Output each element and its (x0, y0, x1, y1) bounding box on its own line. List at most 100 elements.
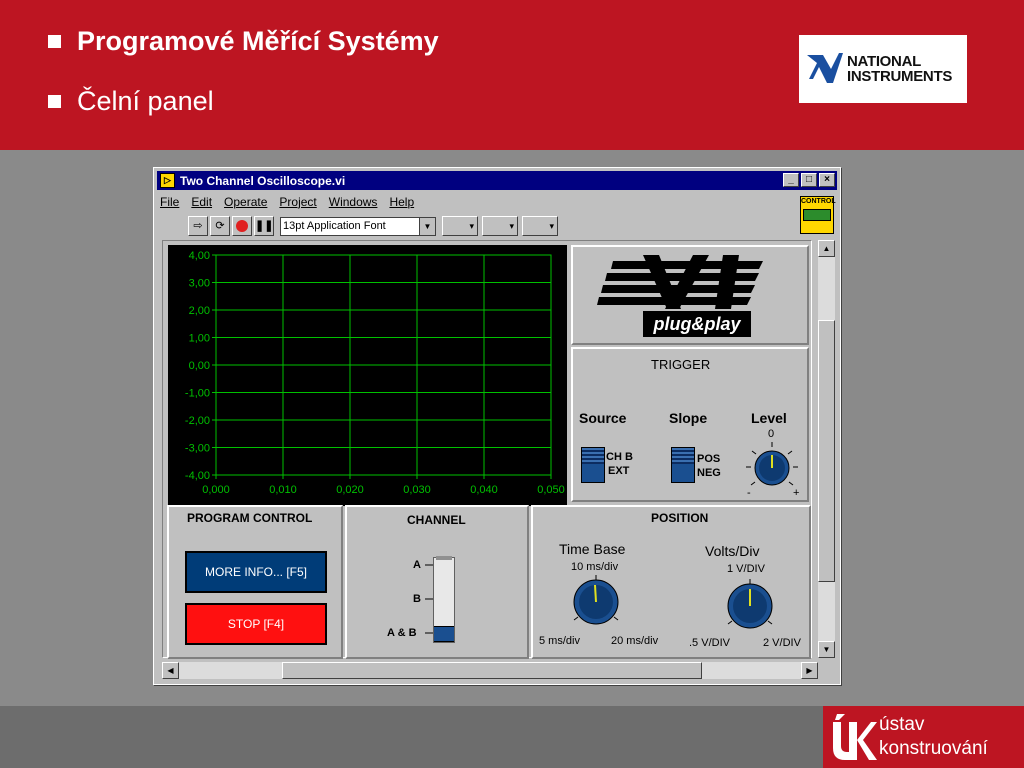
stop-sign-icon (236, 220, 248, 232)
x-tick-label: 0,000 (202, 484, 230, 496)
uk-logo-text: ústav konstruování (879, 714, 988, 759)
slope-switch[interactable] (671, 447, 695, 483)
close-button[interactable]: × (819, 173, 835, 187)
window-controls: _ □ × (781, 173, 835, 187)
vxi-plug-play-logo: plug&play (597, 255, 763, 337)
y-tick-label: 0,00 (189, 360, 210, 372)
ustav-konstruovani-logo: ústav konstruování (823, 706, 1024, 768)
window-title: Two Channel Oscilloscope.vi (180, 173, 346, 188)
position-panel: POSITION Time Base 10 ms/div 5 ms/div 20… (531, 505, 811, 659)
scroll-up-button[interactable]: ▲ (818, 240, 835, 257)
slide-title-row: Programové Měřící Systémy (48, 26, 439, 57)
waveform-graph[interactable]: 4,00 3,00 2,00 1,00 0,00 -1,00 -2,00 -3,00 -4,00… (168, 245, 567, 506)
chevron-down-icon: ▼ (419, 217, 435, 235)
program-control-title: PROGRAM CONTROL (187, 511, 313, 525)
minimize-button[interactable]: _ (783, 173, 799, 187)
slide-header: Programové Měřící Systémy Čelní panel NA… (0, 0, 1024, 150)
run-continuously-button[interactable]: ⟳ (210, 216, 230, 236)
x-tick-label: 0,010 (269, 484, 297, 496)
y-tick-label: 4,00 (189, 250, 210, 262)
scroll-right-button[interactable]: ▶ (801, 662, 818, 679)
front-panel: 4,00 3,00 2,00 1,00 0,00 -1,00 -2,00 -3,00 -4,00… (162, 240, 812, 659)
bullet-icon (48, 35, 61, 48)
menu-edit[interactable]: Edit (191, 195, 212, 209)
volts-div-knob[interactable] (721, 577, 779, 635)
vxi-logo-box: plug&play (571, 245, 809, 345)
align-objects-button[interactable]: ▾ (442, 216, 478, 236)
national-instruments-logo: NATIONAL INSTRUMENTS (799, 35, 967, 103)
channel-slider-ticks (425, 564, 433, 634)
source-opt-ext: EXT (608, 465, 630, 477)
vertical-scrollbar[interactable]: ▲ ▼ (818, 240, 835, 658)
slide-subtitle-row: Čelní panel (48, 86, 214, 117)
slider-thumb[interactable] (434, 626, 454, 642)
slide-subtitle: Čelní panel (77, 86, 214, 116)
x-tick-label: 0,050 (537, 484, 565, 496)
channel-title: CHANNEL (407, 513, 466, 527)
level-plus-label: + (793, 487, 800, 499)
level-minus-label: - (747, 487, 751, 499)
scroll-down-button[interactable]: ▼ (818, 641, 835, 658)
labview-vi-icon: ▷ (160, 173, 175, 188)
slider-top-cap (436, 556, 452, 560)
volts-div-value: 1 V/DIV (727, 563, 765, 575)
ni-eagle-icon (807, 53, 843, 83)
volts-div-max: 2 V/DIV (763, 637, 801, 649)
program-control-panel: PROGRAM CONTROL MORE INFO... [F5] STOP [… (167, 505, 343, 659)
channel-slider[interactable] (433, 556, 455, 643)
menu-file[interactable]: File (160, 195, 179, 209)
run-button[interactable]: ⇨ (188, 216, 208, 236)
y-tick-label: -3,00 (185, 443, 210, 455)
bullet-icon (48, 95, 61, 108)
source-switch[interactable] (581, 447, 605, 483)
menu-operate[interactable]: Operate (224, 195, 267, 209)
channel-opt-ab: A & B (387, 627, 417, 639)
ni-logo-text: NATIONAL INSTRUMENTS (847, 53, 953, 85)
timebase-knob[interactable] (567, 573, 625, 631)
y-tick-label: 2,00 (189, 305, 210, 317)
timebase-value: 10 ms/div (571, 561, 619, 573)
slope-opt-neg: NEG (697, 467, 721, 479)
maximize-button[interactable]: □ (801, 173, 817, 187)
abort-button[interactable] (232, 216, 252, 236)
connector-pane-icon[interactable]: CONTROL (800, 196, 836, 234)
slope-label: Slope (669, 410, 708, 426)
y-tick-label: -4,00 (185, 470, 210, 482)
slope-opt-pos: POS (697, 453, 721, 465)
slide-title: Programové Měřící Systémy (77, 26, 439, 56)
uk-mark-icon (833, 714, 877, 760)
graph-plot: 4,00 3,00 2,00 1,00 0,00 -1,00 -2,00 -3,00 -4,00… (185, 250, 565, 496)
x-tick-label: 0,040 (470, 484, 498, 496)
timebase-label: Time Base (559, 541, 626, 557)
timebase-max: 20 ms/div (611, 635, 659, 647)
more-info-button[interactable]: MORE INFO... [F5] (185, 551, 327, 593)
menu-windows[interactable]: Windows (329, 195, 378, 209)
channel-opt-a: A (413, 559, 421, 571)
reorder-button[interactable]: ▾ (522, 216, 558, 236)
stop-button[interactable]: STOP [F4] (185, 603, 327, 645)
volts-div-min: .5 V/DIV (689, 637, 730, 649)
horizontal-scrollbar[interactable]: ◀ ▶ (162, 662, 818, 679)
window-titlebar[interactable]: ▷ Two Channel Oscilloscope.vi _ □ × (157, 171, 837, 190)
horizontal-scroll-thumb[interactable] (282, 662, 702, 679)
toolbar: ⇨ ⟳ ❚❚ 13pt Application Font ▼ ▾ ▾ ▾ (188, 216, 562, 236)
menu-project[interactable]: Project (279, 195, 316, 209)
volts-div-label: Volts/Div (705, 543, 760, 559)
trigger-panel: TRIGGER Source Slope Level CH B EXT POS … (571, 347, 809, 502)
scroll-left-button[interactable]: ◀ (162, 662, 179, 679)
y-tick-label: -1,00 (185, 388, 210, 400)
channel-opt-b: B (413, 593, 421, 605)
y-tick-label: 3,00 (189, 278, 210, 290)
vertical-scroll-thumb[interactable] (818, 320, 835, 582)
level-label: Level (751, 410, 787, 426)
labview-window: ▷ Two Channel Oscilloscope.vi _ □ × File… (153, 167, 841, 685)
pause-button[interactable]: ❚❚ (254, 216, 274, 236)
position-title: POSITION (651, 511, 709, 525)
source-label: Source (579, 410, 627, 426)
menu-help[interactable]: Help (389, 195, 414, 209)
distribute-objects-button[interactable]: ▾ (482, 216, 518, 236)
y-tick-label: -2,00 (185, 415, 210, 427)
font-selector[interactable]: 13pt Application Font ▼ (280, 216, 436, 236)
channel-panel: CHANNEL A B A & B (345, 505, 529, 659)
svg-text:plug&play: plug&play (652, 314, 741, 334)
